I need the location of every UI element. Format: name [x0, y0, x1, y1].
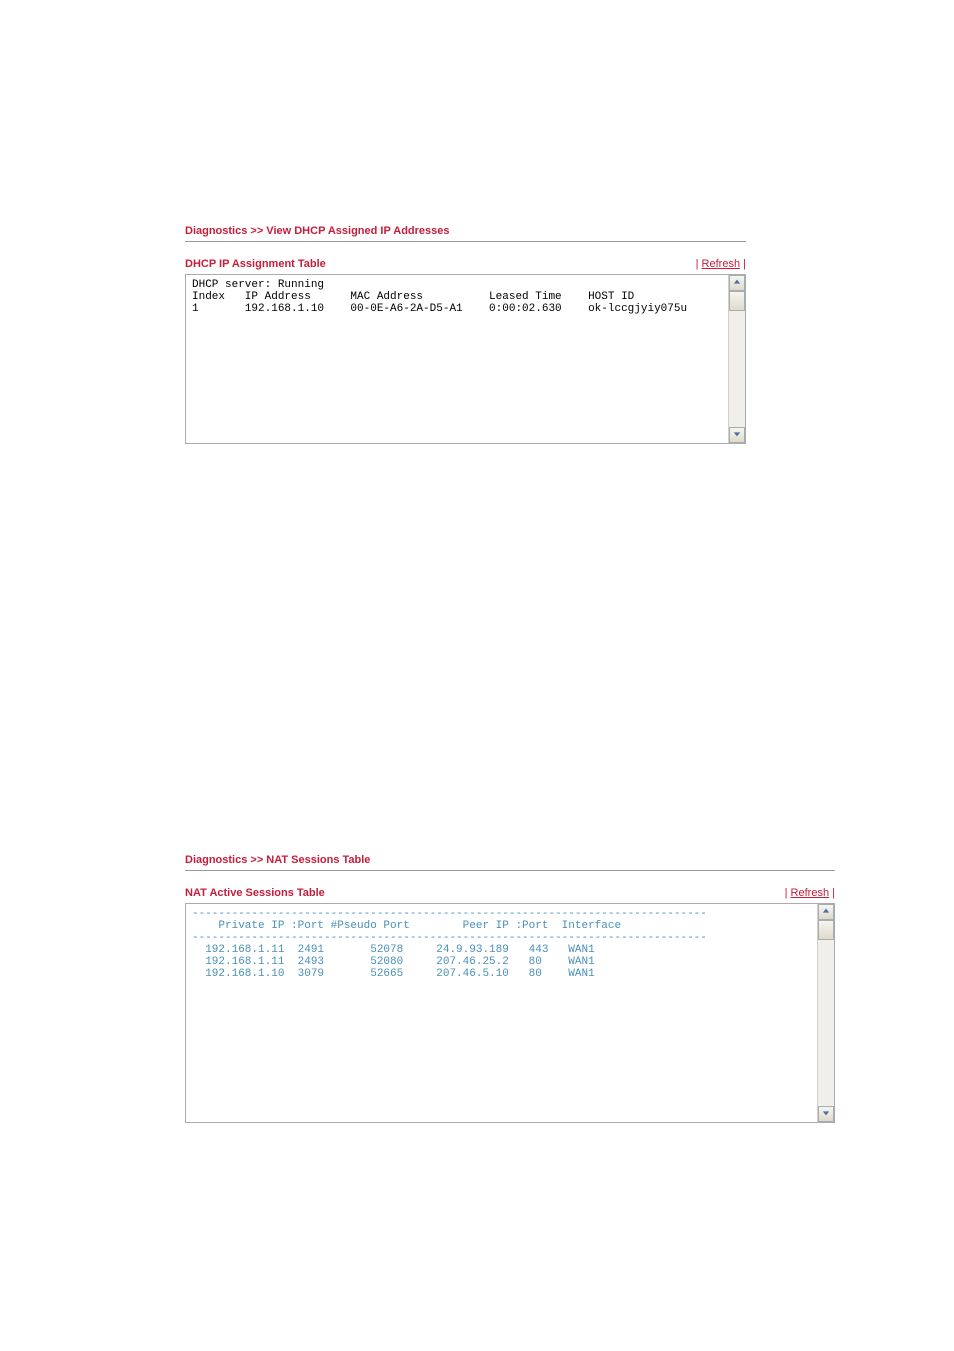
refresh-link[interactable]: Refresh: [702, 258, 741, 270]
scroll-down-button[interactable]: [818, 1106, 834, 1122]
chevron-down-icon: [822, 1108, 830, 1120]
pipe-right: |: [832, 887, 835, 899]
nat-output-text: ----------------------------------------…: [186, 904, 817, 1122]
refresh-group: | Refresh |: [696, 258, 746, 270]
refresh-group: | Refresh |: [785, 887, 835, 899]
scrollbar[interactable]: [817, 904, 834, 1122]
nat-output-box: ----------------------------------------…: [185, 903, 835, 1123]
dhcp-output-box: DHCP server: Running Index IP Address MA…: [185, 274, 746, 444]
divider: [185, 241, 746, 242]
breadcrumb: Diagnostics >> View DHCP Assigned IP Add…: [185, 225, 746, 241]
pipe-left: |: [785, 887, 788, 899]
divider: [185, 870, 835, 871]
scroll-track[interactable]: [729, 291, 745, 427]
scroll-up-button[interactable]: [818, 904, 834, 920]
chevron-down-icon: [733, 429, 741, 441]
pipe-left: |: [696, 258, 699, 270]
chevron-up-icon: [822, 906, 830, 918]
scroll-thumb[interactable]: [729, 291, 745, 311]
refresh-link[interactable]: Refresh: [791, 887, 830, 899]
scroll-track[interactable]: [818, 920, 834, 1106]
nat-table-title: NAT Active Sessions Table: [185, 887, 325, 899]
scroll-up-button[interactable]: [729, 275, 745, 291]
scroll-thumb[interactable]: [818, 920, 834, 940]
chevron-up-icon: [733, 277, 741, 289]
dhcp-table-title: DHCP IP Assignment Table: [185, 258, 326, 270]
breadcrumb: Diagnostics >> NAT Sessions Table: [185, 854, 835, 870]
scroll-down-button[interactable]: [729, 427, 745, 443]
scrollbar[interactable]: [728, 275, 745, 443]
pipe-right: |: [743, 258, 746, 270]
dhcp-output-text: DHCP server: Running Index IP Address MA…: [186, 275, 728, 443]
